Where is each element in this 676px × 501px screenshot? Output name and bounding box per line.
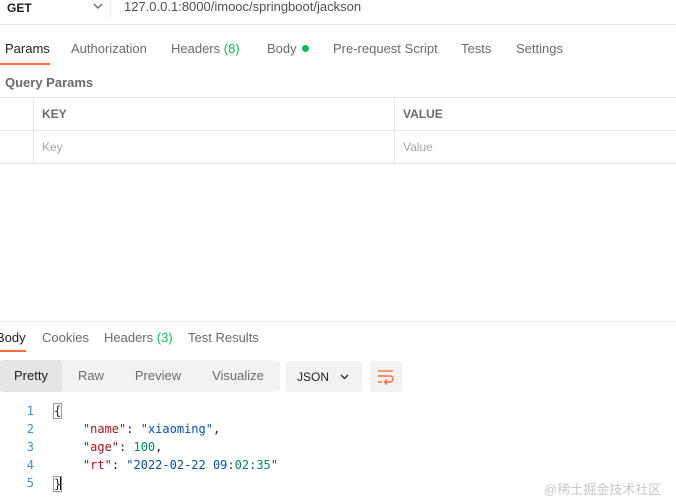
code-line: 4 "rt": "2022-02-22 09:02:35": [0, 458, 676, 476]
checkbox-column-header: [0, 98, 34, 131]
method-select[interactable]: GET: [0, 0, 111, 19]
tab-settings[interactable]: Settings: [516, 41, 563, 56]
view-visualize-button[interactable]: Visualize: [196, 360, 280, 392]
code-text: "name": "xiaoming",: [82, 422, 221, 436]
value-field[interactable]: Value: [395, 131, 676, 164]
code-text: "age": 100,: [82, 440, 163, 454]
line-number: 4: [26, 458, 34, 472]
wrap-lines-icon: [378, 370, 394, 385]
tab-label: Body: [267, 41, 297, 56]
tab-tests[interactable]: Tests: [461, 41, 491, 56]
tab-test-results[interactable]: Test Results: [188, 330, 259, 345]
column-label: VALUE: [403, 107, 443, 121]
code-text: "rt": "2022-02-22 09:02:35": [82, 458, 279, 472]
query-params-title: Query Params: [5, 75, 94, 90]
green-dot-icon: [301, 45, 309, 52]
tab-pre-request-script[interactable]: Pre-request Script: [333, 41, 438, 56]
row-checkbox-cell: [0, 131, 34, 164]
tab-headers[interactable]: Headers (8): [171, 41, 240, 56]
tab-label: Pre-request Script: [333, 41, 438, 56]
code-line: 1 {: [0, 403, 676, 422]
tab-label: Headers: [171, 41, 221, 56]
active-tab-indicator: [0, 350, 26, 352]
key-field[interactable]: Key: [34, 131, 395, 164]
url-input[interactable]: 127.0.0.1:8000/imooc/springboot/jackson: [124, 0, 361, 14]
key-column-header: KEY: [34, 98, 395, 131]
tab-response-headers[interactable]: Headers (3): [104, 330, 173, 345]
tab-body[interactable]: Body: [267, 41, 309, 56]
column-label: KEY: [42, 107, 67, 121]
key-placeholder: Key: [42, 140, 63, 154]
view-pretty-button[interactable]: Pretty: [0, 360, 62, 392]
tab-label: Authorization: [71, 41, 147, 56]
code-text: }: [52, 476, 63, 492]
tab-params[interactable]: Params: [5, 41, 50, 56]
tab-label: Cookies: [42, 330, 89, 345]
request-tabs: Params Authorization Headers (8) Body Pr…: [0, 38, 676, 62]
view-mode-selector: Pretty Raw Preview Visualize: [0, 360, 280, 392]
table-header-row: KEY VALUE: [0, 98, 676, 131]
view-raw-button[interactable]: Raw: [62, 360, 120, 392]
tab-label: Settings: [516, 41, 563, 56]
tab-label: Params: [5, 41, 50, 56]
response-tabs: Body Cookies Headers (3) Test Results: [0, 321, 676, 351]
line-number: 3: [26, 440, 34, 454]
chevron-down-icon: [340, 374, 349, 380]
code-line: 2 "name": "xiaoming",: [0, 422, 676, 440]
active-tab-indicator: [0, 63, 50, 65]
headers-count: (3): [156, 330, 173, 345]
view-preview-button[interactable]: Preview: [120, 360, 196, 392]
tab-label: Body: [0, 330, 26, 345]
divider: [0, 24, 676, 25]
wrap-lines-button[interactable]: [370, 361, 402, 392]
params-table: KEY VALUE Key Value: [0, 97, 676, 164]
format-select[interactable]: JSON: [286, 361, 362, 392]
chevron-down-icon: [93, 3, 103, 9]
tab-label: Tests: [461, 41, 492, 56]
table-row: Key Value: [0, 131, 676, 164]
line-number: 2: [26, 422, 34, 436]
tab-cookies[interactable]: Cookies: [42, 330, 89, 345]
code-text: {: [52, 403, 63, 419]
tab-authorization[interactable]: Authorization: [71, 41, 147, 56]
code-line: 3 "age": 100,: [0, 440, 676, 458]
line-number: 1: [26, 404, 34, 418]
value-column-header: VALUE: [395, 98, 676, 131]
text-cursor: [60, 476, 63, 490]
line-number: 5: [26, 476, 34, 490]
method-label: GET: [7, 1, 32, 15]
watermark: @稀土掘金技术社区: [544, 482, 662, 497]
tab-label: Headers: [104, 330, 154, 345]
request-bar: GET 127.0.0.1:8000/imooc/springboot/jack…: [0, 0, 676, 25]
format-label: JSON: [297, 370, 330, 384]
value-placeholder: Value: [403, 140, 433, 154]
tab-label: Test Results: [188, 330, 259, 345]
tab-response-body[interactable]: Body: [0, 330, 26, 345]
headers-count: (8): [223, 41, 240, 56]
